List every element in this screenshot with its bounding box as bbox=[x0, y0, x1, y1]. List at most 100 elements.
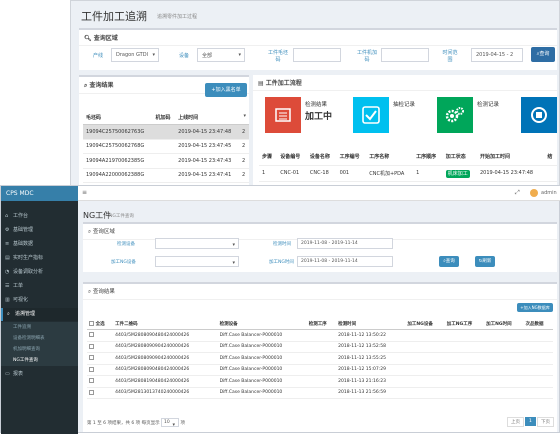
page-subtitle: NG工件查询 bbox=[109, 214, 134, 219]
table-row[interactable]: 4403/5M2808090480424000426 Diff.Case Bala… bbox=[87, 329, 553, 342]
col-header: 次品数据 bbox=[523, 318, 553, 330]
checkbox[interactable] bbox=[89, 389, 94, 395]
subnav-item-ng[interactable]: NG工件查询 bbox=[1, 355, 78, 366]
line-select[interactable]: Dragon GTDI bbox=[111, 48, 159, 62]
query-area: ⌕ 查询区域 检测设备 检测时间 2019-11-08 - 2019-11-14… bbox=[83, 222, 557, 272]
results-table: 毛坯码 机加码 上线时间 19094C25750062763G 2019-04-1… bbox=[83, 110, 249, 183]
sidebar-item-traceability[interactable]: ⌕ 追溯管理 bbox=[1, 308, 78, 321]
subnav-item-device-detail[interactable]: 设备检测明细表 bbox=[1, 333, 78, 344]
page-title: 工件加工追溯 bbox=[81, 10, 147, 23]
table-row[interactable]: 19094A22000062388G 2019-04-15 23:47:41 2 bbox=[83, 168, 249, 183]
status-card-inspection: 检测记录 bbox=[437, 97, 519, 133]
next-page-button[interactable]: 下页 bbox=[537, 417, 554, 427]
subnav-item-trace[interactable]: 工件追溯 bbox=[1, 322, 78, 333]
query-button[interactable]: ⌕查询 bbox=[439, 256, 459, 267]
sidebar: CPS MDC ⌂ 工作台 ⚙ 基础管理 ≡ 基础数据 ▤ 实时生产指标 ◔ 设备调取分析… bbox=[1, 186, 78, 434]
sidebar-item-label: 机加明细查询 bbox=[13, 347, 40, 352]
user-name[interactable]: admin bbox=[541, 190, 557, 196]
sidebar-item-report[interactable]: ▭ 报表 bbox=[1, 368, 78, 381]
part-no-input[interactable] bbox=[293, 48, 341, 62]
table-row[interactable]: 19094C25750062763G 2019-04-15 23:47:48 2 bbox=[83, 124, 249, 140]
sidebar-item-label: 追溯管理 bbox=[15, 311, 36, 317]
results-header: 查询结果 bbox=[89, 82, 114, 89]
sidebar-item-workorder[interactable]: ☰ 工单 bbox=[1, 280, 78, 293]
checkbox[interactable] bbox=[89, 320, 94, 326]
table-row[interactable]: 19094A21970062385G 2019-04-15 23:47:43 2 bbox=[83, 153, 249, 169]
checkbox[interactable] bbox=[89, 332, 94, 338]
check-device-select[interactable] bbox=[155, 238, 239, 249]
line-label: 产线 bbox=[93, 53, 104, 59]
page-header: 工件加工追溯 追溯零件加工过程 bbox=[71, 1, 559, 27]
avatar[interactable] bbox=[530, 189, 538, 197]
page-size-select[interactable]: 10 bbox=[161, 418, 180, 427]
table-cell: 2018-11-12 13:50:22 bbox=[336, 329, 406, 342]
table-cell: Diff.Case Balancer-P000010 bbox=[217, 329, 307, 342]
table-cell: 001 bbox=[336, 165, 367, 182]
table-cell: Diff.Case Balancer-P000010 bbox=[217, 341, 307, 353]
refresh-button[interactable]: ↻刷新 bbox=[475, 256, 495, 267]
table-cell: 2018-11-12 13:55:25 bbox=[336, 352, 406, 365]
machine-no-input[interactable] bbox=[381, 48, 429, 62]
ng-time-label: 加工NG时间 bbox=[269, 260, 294, 265]
sidebar-item-visualization[interactable]: ▥ 可视化 bbox=[1, 294, 78, 307]
add-ng-button[interactable]: +加入NG数据库 bbox=[517, 303, 553, 312]
check-time-input[interactable]: 2019-11-08 - 2019-11-14 bbox=[297, 238, 393, 249]
ng-device-select[interactable] bbox=[155, 256, 239, 267]
status-card-result: 检测结果 加工中 bbox=[265, 97, 347, 133]
col-header: 机加码 bbox=[152, 110, 176, 125]
table-cell bbox=[152, 124, 176, 140]
status-card-sample: 抽检记录 bbox=[353, 97, 435, 133]
table-row[interactable]: 4403/5M2813013740240000426 Diff.Case Bala… bbox=[87, 387, 553, 399]
table-cell: Diff.Case Balancer-P000010 bbox=[217, 375, 307, 388]
query-button[interactable]: ⌕查询 bbox=[531, 47, 555, 62]
results-header: 查询结果 bbox=[92, 289, 115, 295]
table-cell: 2019-04-15 23:47:45 bbox=[175, 139, 240, 154]
table-row[interactable]: 1 CNC-01 CNC-18 001 CNC机加+PDA 1 机床加工 201… bbox=[259, 165, 557, 182]
ng-window: CPS MDC ⌂ 工作台 ⚙ 基础管理 ≡ 基础数据 ▤ 实时生产指标 ◔ 设备调取分析… bbox=[0, 185, 560, 434]
col-header: 加工NG设备 bbox=[405, 318, 445, 330]
sidebar-item-label: 可视化 bbox=[13, 297, 29, 303]
checkbox[interactable] bbox=[89, 343, 94, 349]
device-select[interactable]: 全部 bbox=[197, 48, 245, 62]
status-badge: 机床加工 bbox=[445, 169, 470, 178]
table-cell bbox=[306, 329, 337, 342]
col-header: 工序名称 bbox=[366, 149, 414, 166]
table-row[interactable]: 4403/5M2808190480424000426 Diff.Case Bala… bbox=[87, 375, 553, 388]
table-cell: 1 bbox=[413, 165, 443, 182]
subnav-item-machining[interactable]: 机加明细查询 bbox=[1, 344, 78, 355]
prev-page-button[interactable]: 上页 bbox=[507, 417, 524, 427]
table-row[interactable]: 4403/5M2808090904240000426 Diff.Case Bala… bbox=[87, 341, 553, 353]
process-header: 工件加工流程 bbox=[265, 80, 302, 87]
page-1-button[interactable]: 1 bbox=[525, 417, 536, 426]
table-cell: 2019-04-15 23:47:48 bbox=[175, 124, 240, 140]
table-cell: CNC机加+PDA bbox=[366, 165, 414, 182]
table-cell: 2 bbox=[239, 139, 249, 154]
fullscreen-icon[interactable]: ⤢ bbox=[515, 189, 520, 197]
query-area: 🔍︎ 查询区域 产线 Dragon GTDI 设备 全部 工件毛坯码 工件机加码… bbox=[79, 28, 557, 70]
table-row[interactable]: 4403/5M2808090904240000426 Diff.Case Bala… bbox=[87, 352, 553, 365]
table-cell: 4403/5M2813013740240000426 bbox=[113, 387, 218, 399]
checkbox[interactable] bbox=[89, 366, 94, 372]
list-icon bbox=[265, 97, 301, 133]
machine-no-label: 工件机加码 bbox=[356, 50, 377, 63]
table-cell: 4403/5M2808090480424000426 bbox=[113, 329, 218, 342]
table-cell bbox=[306, 352, 337, 365]
sidebar-item-device-analysis[interactable]: ◔ 设备调取分析 bbox=[1, 266, 78, 279]
ng-time-input[interactable]: 2019-11-08 - 2019-11-14 bbox=[297, 256, 393, 267]
sidebar-item-basic-mgmt[interactable]: ⚙ 基础管理 bbox=[1, 224, 78, 237]
results-panel: ⌕ 查询结果 +加入黑名单 毛坯码 机加码 上线时间 19094C2575006… bbox=[79, 75, 249, 199]
sidebar-item-workbench[interactable]: ⌂ 工作台 bbox=[1, 210, 78, 223]
sidebar-item-realtime[interactable]: ▤ 实时生产指标 bbox=[1, 252, 78, 265]
sidebar-item-basic-data[interactable]: ≡ 基础数据 bbox=[1, 238, 78, 251]
table-row[interactable]: 4403/5M2808090480424000426 Diff.Case Bala… bbox=[87, 364, 553, 376]
add-blacklist-button[interactable]: +加入黑名单 bbox=[205, 83, 247, 97]
database-icon: ≡ bbox=[5, 241, 10, 247]
checkbox[interactable] bbox=[89, 355, 94, 361]
checkbox[interactable] bbox=[89, 378, 94, 384]
bar-chart-icon: ▥ bbox=[5, 297, 10, 303]
menu-toggle-icon[interactable]: ≡ bbox=[82, 189, 87, 196]
search-icon: 🔍︎ bbox=[84, 35, 92, 42]
table-row[interactable]: 19094C25750062768G 2019-04-15 23:47:45 2 bbox=[83, 139, 249, 154]
time-range-input[interactable]: 2019-04-15 - 2 bbox=[471, 48, 523, 62]
select-all-header[interactable]: 全选 bbox=[87, 318, 114, 330]
